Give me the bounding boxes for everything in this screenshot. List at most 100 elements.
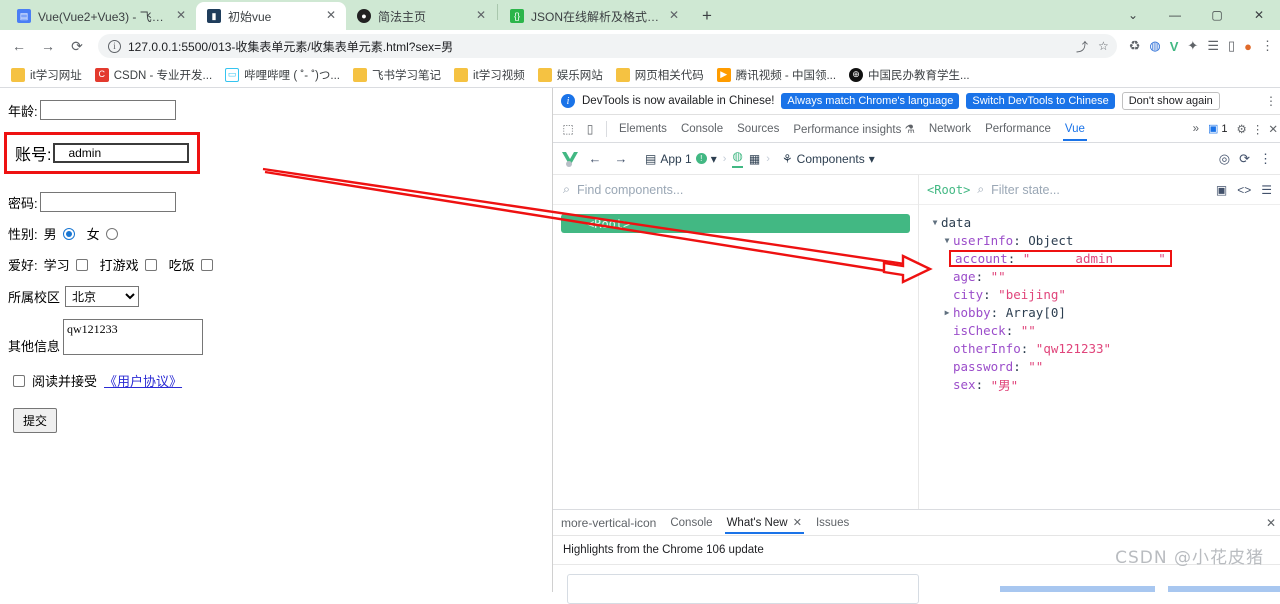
close-icon[interactable]: ✕: [1268, 122, 1278, 136]
sex-radio-female[interactable]: [105, 227, 118, 240]
browser-tab-0[interactable]: ▤ Vue(Vue2+Vue3) - 飞书云文档 ✕: [6, 2, 196, 30]
sex-radio-male[interactable]: [62, 227, 75, 240]
vue-forward-icon[interactable]: →: [611, 149, 631, 169]
address-bar[interactable]: i 127.0.0.1:5500/013-收集表单元素/收集表单元素.html?…: [98, 34, 1117, 58]
state-row-age[interactable]: age : "": [919, 267, 1280, 285]
maximize-button[interactable]: ▢: [1196, 0, 1238, 30]
screenshot-icon[interactable]: ▣: [1216, 183, 1227, 197]
refresh-icon[interactable]: ⟳: [1239, 151, 1250, 167]
state-filter-input[interactable]: Filter state...: [991, 183, 1060, 197]
tab-vue[interactable]: Vue: [1058, 118, 1092, 141]
component-node-root[interactable]: <Root>: [561, 214, 910, 233]
tab-performance-insights[interactable]: Performance insights ⚗: [786, 117, 922, 141]
opera-icon[interactable]: ◍: [1149, 38, 1160, 54]
menu-icon[interactable]: ⋮: [1261, 38, 1274, 54]
more-vertical-icon[interactable]: ⋮: [1265, 94, 1277, 108]
hobby-checkbox-eat[interactable]: [200, 258, 213, 271]
minimize-button[interactable]: —: [1154, 0, 1196, 30]
user-agreement-link[interactable]: 《用户协议》: [104, 371, 182, 390]
chevron-down-icon[interactable]: ▾: [869, 152, 875, 166]
always-match-language-button[interactable]: Always match Chrome's language: [781, 93, 960, 109]
bookmark-2[interactable]: ▭ 哔哩哔哩 ( ˚- ˚)つ...: [220, 65, 345, 85]
drawer-tab-issues[interactable]: Issues: [810, 513, 855, 533]
device-toolbar-icon[interactable]: ▯: [579, 118, 601, 140]
browser-tab-3[interactable]: {} JSON在线解析及格式化验证 - JS ✕: [499, 2, 689, 30]
bookmark-6[interactable]: 网页相关代码: [611, 65, 709, 85]
more-vertical-icon[interactable]: ⋮: [1259, 151, 1272, 167]
more-vertical-icon[interactable]: ⋮: [1252, 122, 1264, 136]
code-icon[interactable]: <>: [1237, 183, 1251, 197]
state-row-otherinfo[interactable]: otherInfo : "qw121233": [919, 339, 1280, 357]
bookmark-3[interactable]: 飞书学习笔记: [348, 65, 446, 85]
overflow-icon[interactable]: »: [1193, 123, 1199, 135]
readinglist-icon[interactable]: ☰: [1207, 38, 1219, 54]
close-icon[interactable]: ✕: [1266, 516, 1276, 530]
state-row-city[interactable]: city : "beijing": [919, 285, 1280, 303]
component-search-input[interactable]: Find components...: [577, 183, 683, 197]
vue-instance-icon[interactable]: ◍: [732, 149, 743, 168]
target-icon[interactable]: ◎: [1219, 151, 1230, 167]
drawer-tab-whats-new[interactable]: What's New ✕: [721, 512, 808, 534]
more-vertical-icon[interactable]: more-vertical-icon: [559, 516, 662, 530]
bookmark-5[interactable]: 娱乐网站: [533, 65, 608, 85]
star-icon[interactable]: ☆: [1098, 39, 1109, 53]
tab-sources[interactable]: Sources: [730, 118, 786, 140]
browser-tab-2[interactable]: ● 简法主页 ✕: [346, 2, 496, 30]
bookmark-0[interactable]: it学习网址: [6, 65, 87, 85]
state-row-password[interactable]: password : "": [919, 357, 1280, 375]
gear-icon[interactable]: ⚙: [1237, 122, 1247, 136]
bookmark-4[interactable]: it学习视频: [449, 65, 530, 85]
state-row-hobby[interactable]: ▶ hobby : Array[0]: [919, 303, 1280, 321]
list-icon[interactable]: ☰: [1261, 183, 1272, 197]
state-group-data[interactable]: ▼ data: [919, 213, 1280, 231]
close-icon[interactable]: ✕: [793, 517, 802, 529]
close-window-button[interactable]: ✕: [1238, 0, 1280, 30]
close-icon[interactable]: ✕: [667, 9, 681, 23]
state-object-userinfo[interactable]: ▼ userInfo : Object: [919, 231, 1280, 249]
bookmark-8[interactable]: ⊕ 中国民办教育学生...: [844, 65, 975, 85]
reload-icon[interactable]: ⟳: [64, 33, 90, 59]
chevron-down-icon[interactable]: ▼: [941, 236, 953, 245]
state-row-ischeck[interactable]: isCheck : "": [919, 321, 1280, 339]
submit-button[interactable]: 提交: [13, 408, 58, 433]
hobby-checkbox-game[interactable]: [144, 258, 157, 271]
hobby-checkbox-study[interactable]: [75, 258, 88, 271]
other-textarea[interactable]: qw121233: [63, 319, 204, 355]
vue-back-icon[interactable]: ←: [585, 149, 605, 169]
close-icon[interactable]: ✕: [174, 9, 188, 23]
bookmark-1[interactable]: C CSDN - 专业开发...: [90, 65, 217, 85]
tab-performance[interactable]: Performance: [978, 118, 1058, 140]
info-icon[interactable]: i: [108, 39, 121, 53]
chevron-down-icon[interactable]: ▾: [711, 152, 717, 166]
chevron-down-icon[interactable]: ▼: [929, 218, 941, 227]
tab-search-icon[interactable]: ⌄: [1112, 0, 1154, 30]
password-input[interactable]: [39, 192, 176, 212]
tab-network[interactable]: Network: [922, 118, 978, 140]
extensions-icon[interactable]: ✦: [1187, 38, 1198, 54]
forward-icon[interactable]: →: [35, 33, 61, 59]
component-search-row[interactable]: ⌕ Find components...: [553, 175, 918, 205]
tab-elements[interactable]: Elements: [612, 118, 674, 140]
issues-badge[interactable]: ▣ 1: [1204, 121, 1232, 136]
campus-select[interactable]: 北京: [65, 286, 140, 307]
vue-app-selector[interactable]: ▤ App 1 ! ▾: [645, 152, 717, 166]
share-icon[interactable]: ⤴: [1076, 38, 1088, 55]
drawer-tab-console[interactable]: Console: [664, 513, 718, 533]
switch-to-chinese-button[interactable]: Switch DevTools to Chinese: [966, 93, 1115, 109]
close-icon[interactable]: ✕: [324, 9, 338, 23]
vue-panel-selector[interactable]: ⚘ Components ▾: [782, 152, 875, 166]
vue-devtools-icon[interactable]: V: [1170, 39, 1179, 54]
bookmark-7[interactable]: ▶ 腾讯视频 - 中国领...: [712, 65, 841, 85]
chevron-right-icon[interactable]: ▶: [941, 308, 953, 317]
profile-icon[interactable]: ●: [1244, 39, 1252, 54]
account-input[interactable]: [53, 143, 190, 163]
state-row-sex[interactable]: sex : "男": [919, 375, 1280, 393]
new-tab-button[interactable]: +: [693, 2, 721, 30]
agree-checkbox[interactable]: [13, 374, 25, 387]
back-icon[interactable]: ←: [6, 33, 32, 59]
age-input[interactable]: [39, 100, 176, 120]
sidepanel-icon[interactable]: ▯: [1228, 38, 1235, 54]
close-icon[interactable]: ✕: [474, 9, 488, 23]
browser-tab-1[interactable]: ▮ 初始vue ✕: [196, 2, 346, 30]
grid-icon[interactable]: ▦: [749, 152, 760, 166]
